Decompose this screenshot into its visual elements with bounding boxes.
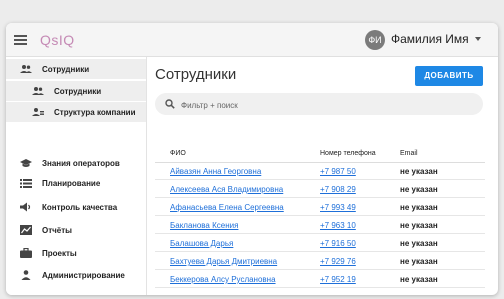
email-value: не указан: [400, 185, 438, 194]
table-row: Алексеева Ася Владимировна +7 908 29 не …: [155, 181, 485, 198]
top-bar: QsIQ ФИ Фамилия Имя: [6, 23, 498, 57]
employee-name-link[interactable]: Айвазян Анна Георговна: [170, 167, 261, 176]
page-title: Сотрудники: [155, 66, 237, 83]
phone-link[interactable]: +7 908 29: [320, 185, 356, 194]
sidebar-item-label: Отчёты: [42, 226, 72, 235]
search-icon: [165, 99, 175, 109]
user-name[interactable]: Фамилия Имя: [391, 32, 469, 46]
phone-link[interactable]: +7 987 50: [320, 167, 356, 176]
sidebar: Сотрудники Сотрудники Структура компании…: [6, 57, 147, 295]
column-header-email[interactable]: Email: [400, 150, 418, 157]
hierarchy-icon: [32, 108, 44, 116]
employee-name-link[interactable]: Афанасьева Елена Сергеевна: [170, 203, 284, 212]
sidebar-item-label: Знания операторов: [42, 159, 120, 168]
chevron-down-icon[interactable]: [475, 37, 481, 41]
graduation-cap-icon: [20, 159, 32, 167]
sidebar-item-label: Структура компании: [54, 108, 136, 117]
email-value: не указан: [400, 257, 438, 266]
sidebar-item-label: Сотрудники: [42, 65, 90, 74]
main-content: Сотрудники ДОБАВИТЬ ФИО Номер телефона E…: [147, 57, 498, 295]
avatar[interactable]: ФИ: [365, 30, 385, 50]
sidebar-item-label: Планирование: [42, 179, 101, 188]
add-button[interactable]: ДОБАВИТЬ: [415, 66, 483, 86]
search-bar[interactable]: [155, 93, 483, 115]
table-row: Беккерова Алсу Руслановна +7 952 19 не у…: [155, 271, 485, 288]
sidebar-item-employees[interactable]: Сотрудники: [6, 59, 146, 79]
sidebar-item-label: Контроль качества: [42, 203, 118, 212]
phone-link[interactable]: +7 929 76: [320, 257, 356, 266]
email-value: не указан: [400, 203, 438, 212]
list-icon: [20, 179, 32, 188]
sidebar-item-label: Администрирование: [42, 271, 125, 280]
employee-name-link[interactable]: Алексеева Ася Владимировна: [170, 185, 283, 194]
sidebar-item-operator-knowledge[interactable]: Знания операторов: [6, 153, 146, 173]
people-icon: [20, 65, 32, 73]
email-value: не указан: [400, 221, 438, 230]
sidebar-item-planning[interactable]: Планирование: [6, 173, 146, 193]
table-row: Бакланова Ксения +7 963 10 не указан: [155, 217, 485, 234]
sidebar-subitem-employees[interactable]: Сотрудники: [6, 81, 146, 101]
sidebar-item-reports[interactable]: Отчёты: [6, 220, 146, 240]
sidebar-item-quality-control[interactable]: Контроль качества: [6, 197, 146, 217]
app-logo: QsIQ: [40, 32, 75, 48]
email-value: не указан: [400, 275, 438, 284]
chart-icon: [20, 225, 32, 235]
table-row: Балашова Дарья +7 916 50 не указан: [155, 235, 485, 252]
email-value: не указан: [400, 167, 438, 176]
person-icon: [21, 270, 31, 280]
employee-name-link[interactable]: Балашова Дарья: [170, 239, 233, 248]
speaker-icon: [20, 202, 31, 212]
sidebar-item-label: Проекты: [42, 249, 77, 258]
sidebar-subitem-company-structure[interactable]: Структура компании: [6, 102, 146, 122]
table-row: Бахтуева Дарья Дмитриевна +7 929 76 не у…: [155, 253, 485, 270]
search-input[interactable]: [179, 97, 473, 113]
phone-link[interactable]: +7 993 49: [320, 203, 356, 212]
people-icon: [32, 87, 44, 95]
phone-link[interactable]: +7 963 10: [320, 221, 356, 230]
email-value: не указан: [400, 239, 438, 248]
phone-link[interactable]: +7 916 50: [320, 239, 356, 248]
sidebar-item-label: Сотрудники: [54, 87, 102, 96]
column-header-phone[interactable]: Номер телефона: [320, 150, 376, 157]
sidebar-item-projects[interactable]: Проекты: [6, 243, 146, 263]
briefcase-icon: [20, 248, 32, 258]
sidebar-item-administration[interactable]: Администрирование: [6, 265, 146, 285]
column-header-name[interactable]: ФИО: [170, 150, 186, 157]
menu-icon[interactable]: [14, 35, 27, 45]
employee-name-link[interactable]: Бакланова Ксения: [170, 221, 238, 230]
table-row: Айвазян Анна Георговна +7 987 50 не указ…: [155, 163, 485, 180]
app-window: QsIQ ФИ Фамилия Имя Сотрудники Сотрудник…: [6, 23, 498, 295]
employee-name-link[interactable]: Бахтуева Дарья Дмитриевна: [170, 257, 277, 266]
table-row: Афанасьева Елена Сергеевна +7 993 49 не …: [155, 199, 485, 216]
employee-name-link[interactable]: Беккерова Алсу Руслановна: [170, 275, 276, 284]
phone-link[interactable]: +7 952 19: [320, 275, 356, 284]
